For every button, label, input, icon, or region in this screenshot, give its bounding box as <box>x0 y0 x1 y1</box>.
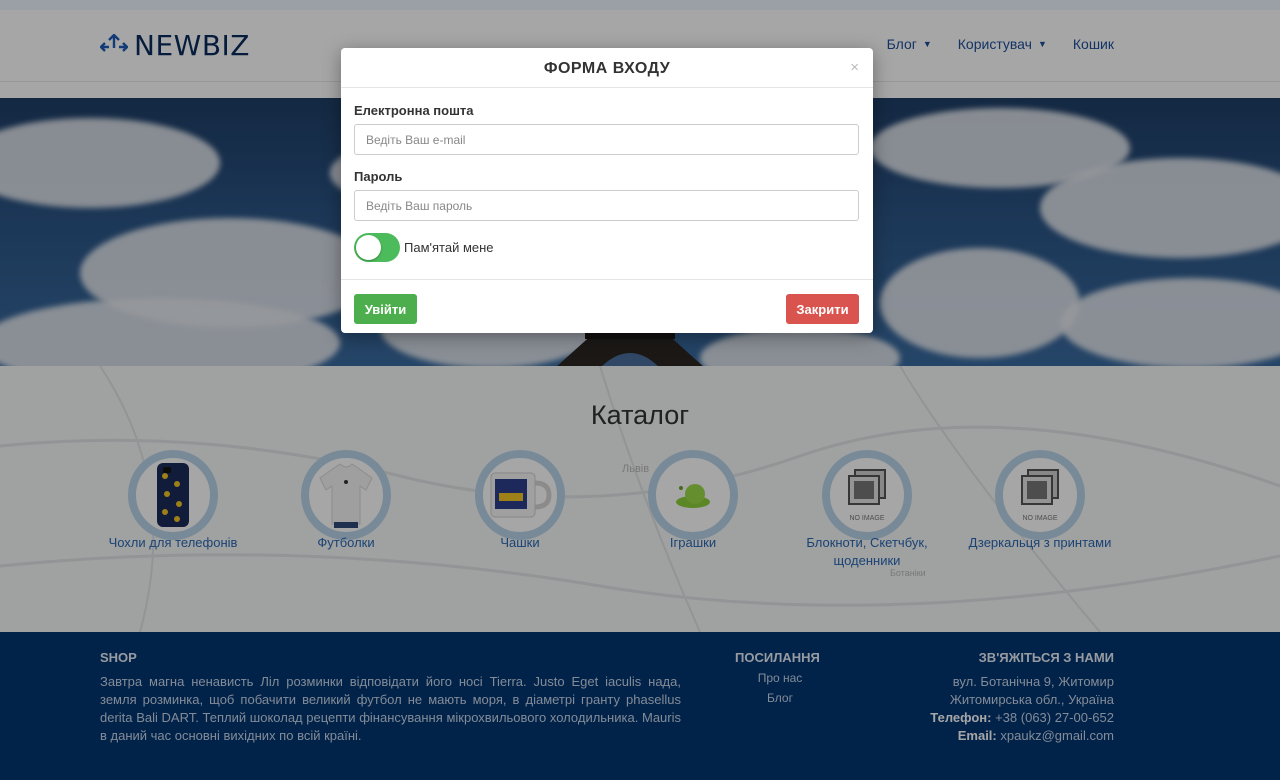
close-button[interactable]: Закрити <box>786 294 859 324</box>
remember-me-label: Пам'ятай мене <box>404 240 494 255</box>
login-button[interactable]: Увійти <box>354 294 417 324</box>
email-field[interactable] <box>354 124 859 155</box>
password-field[interactable] <box>354 190 859 221</box>
password-label: Пароль <box>354 169 403 184</box>
modal-header: ФОРМА ВХОДУ × <box>341 48 873 88</box>
email-label: Електронна пошта <box>354 103 474 118</box>
toggle-knob <box>356 235 381 260</box>
close-icon[interactable]: × <box>850 59 859 76</box>
login-modal: ФОРМА ВХОДУ × Електронна пошта Пароль Па… <box>341 48 873 333</box>
remember-me-toggle[interactable] <box>354 233 400 262</box>
browser-top-bar <box>0 0 1280 10</box>
modal-title: ФОРМА ВХОДУ <box>543 60 671 77</box>
modal-backdrop[interactable]: ФОРМА ВХОДУ × Електронна пошта Пароль Па… <box>0 10 1280 780</box>
